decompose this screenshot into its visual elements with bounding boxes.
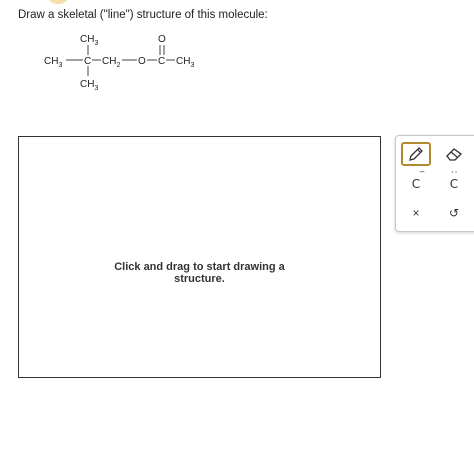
undo-icon: ↺ bbox=[448, 206, 460, 220]
bottom-methyl-label: CH3 bbox=[80, 79, 98, 92]
pencil-icon bbox=[409, 147, 423, 161]
carbonyl-oxygen-label: O bbox=[158, 34, 166, 45]
methylene-label: CH2 bbox=[102, 56, 120, 69]
condensed-structure: CH3 CH3 C CH2 O C CH3 O CH3 bbox=[44, 34, 194, 92]
central-carbon-label: C bbox=[84, 56, 91, 67]
clear-icon: × bbox=[412, 206, 420, 220]
pencil-tool-button[interactable] bbox=[401, 142, 431, 166]
carbanion-tool-button[interactable]: C ‾ bbox=[401, 171, 431, 196]
question-prompt: Draw a skeletal ("line") structure of th… bbox=[18, 9, 268, 21]
carbocation-icon: ·· C bbox=[449, 168, 459, 191]
top-methyl-label: CH3 bbox=[80, 34, 98, 47]
right-methyl-label: CH3 bbox=[176, 56, 194, 69]
left-methyl-label: CH3 bbox=[44, 56, 62, 69]
carbonyl-carbon-label: C bbox=[158, 56, 165, 67]
drawing-canvas[interactable]: Click and drag to start drawing a struct… bbox=[18, 136, 381, 378]
clear-button[interactable]: × bbox=[401, 201, 431, 225]
drawing-toolbar: C ‾ ·· C × ↺ bbox=[395, 135, 474, 232]
collapse-chevron-button[interactable] bbox=[47, 0, 69, 4]
eraser-tool-button[interactable] bbox=[439, 142, 469, 166]
canvas-hint-line1: Click and drag to start drawing a bbox=[114, 261, 285, 273]
canvas-hint: Click and drag to start drawing a struct… bbox=[19, 261, 380, 285]
carbocation-tool-button[interactable]: ·· C bbox=[439, 168, 469, 196]
canvas-hint-line2: structure. bbox=[174, 273, 225, 285]
ester-oxygen-label: O bbox=[138, 56, 146, 67]
carbanion-icon: C ‾ bbox=[411, 171, 425, 191]
eraser-icon bbox=[446, 148, 463, 161]
undo-button[interactable]: ↺ bbox=[439, 201, 469, 225]
